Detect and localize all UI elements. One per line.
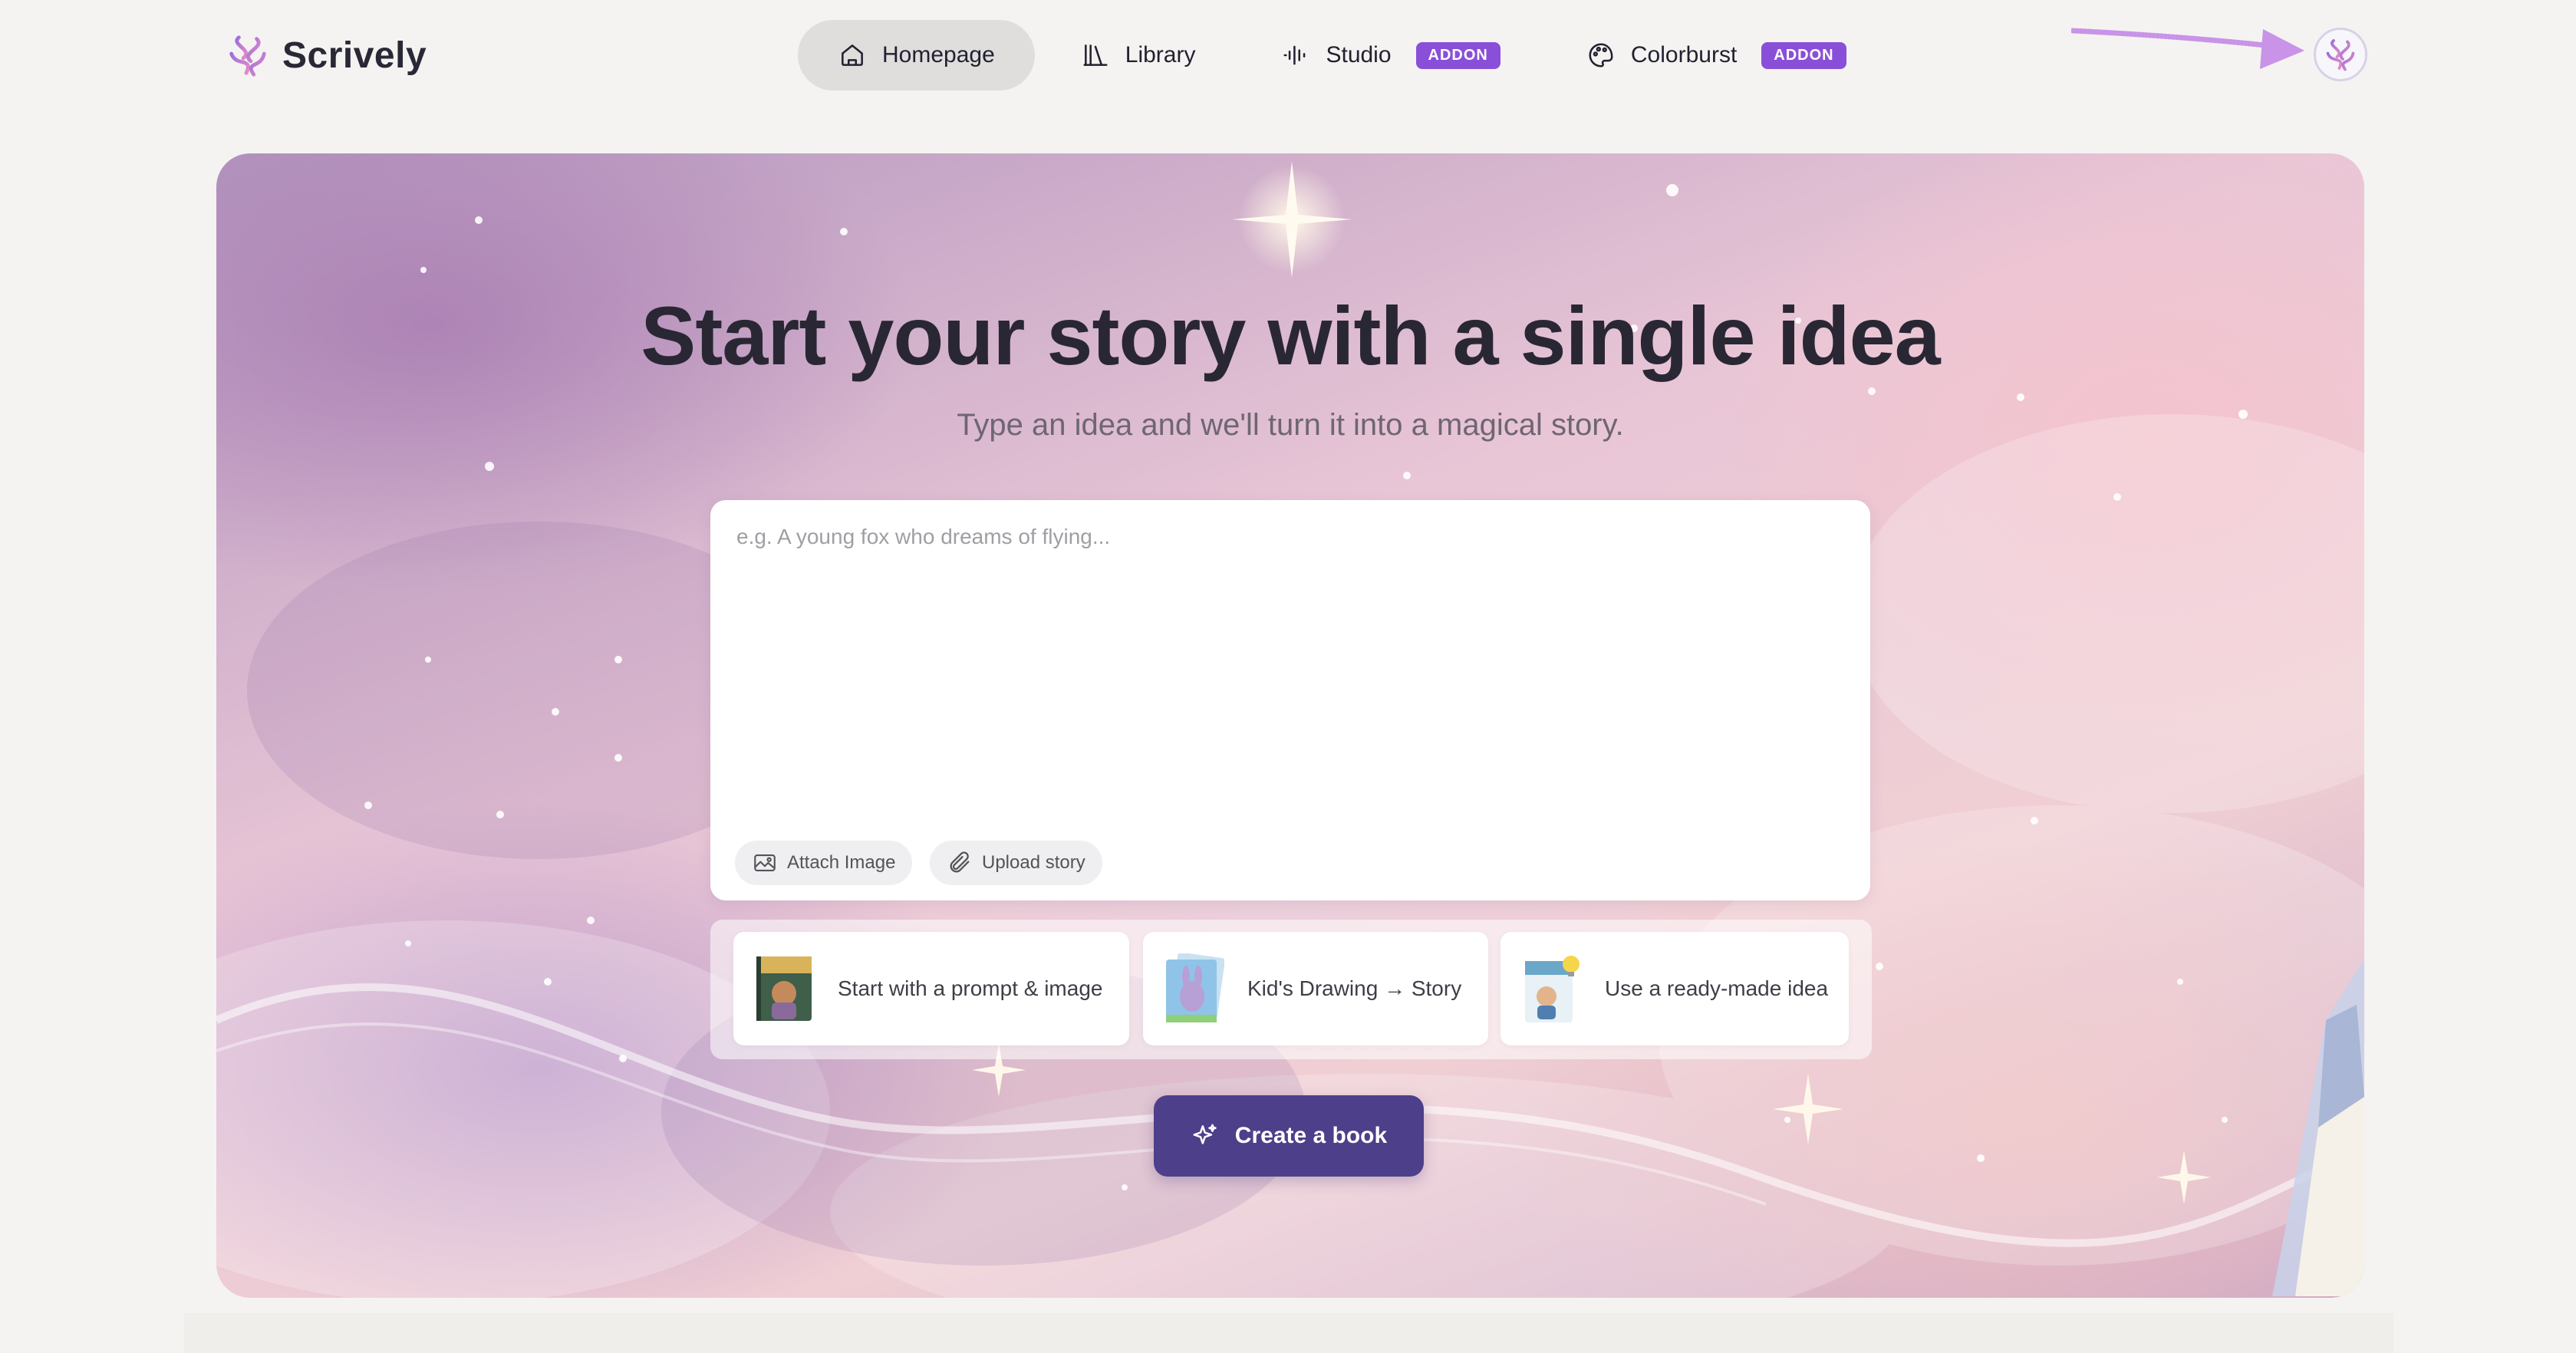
hero-title: Start your story with a single idea xyxy=(641,289,1940,382)
addon-badge: ADDON xyxy=(1415,41,1500,69)
scrively-logo-icon xyxy=(229,35,266,77)
brand-name: Scrively xyxy=(282,35,427,76)
home-icon xyxy=(842,44,863,66)
option-ready-made-idea-label: Use a ready-made idea xyxy=(1605,976,1829,1000)
arrow-annotation-icon xyxy=(2071,28,2304,69)
brand-logo[interactable]: Scrively xyxy=(224,28,427,83)
addon-badge: ADDON xyxy=(1761,41,1846,69)
upload-story-label: Upload story xyxy=(982,852,1085,873)
storybook-thumbnail-icon xyxy=(756,956,812,1021)
page-footer-strip xyxy=(184,1313,2393,1353)
nav-colorburst[interactable]: Colorburst ADDON xyxy=(1547,20,1886,91)
nav-studio-label: Studio xyxy=(1326,42,1392,67)
nav-homepage-label: Homepage xyxy=(882,42,995,67)
nav-homepage[interactable]: Homepage xyxy=(798,20,1035,91)
start-options: Start with a prompt & image Kid's Drawin… xyxy=(710,920,1872,1059)
hero-subtitle: Type an idea and we'll turn it into a ma… xyxy=(957,408,1624,442)
nav-studio[interactable]: Studio ADDON xyxy=(1241,20,1540,91)
top-bar: Scrively Homepage Library Studio ADDON C… xyxy=(0,0,2576,112)
avatar-logo-icon xyxy=(2326,39,2355,71)
idea-thumbnail-icon xyxy=(1525,956,1580,1022)
option-prompt-and-image-label: Start with a prompt & image xyxy=(838,976,1103,1000)
paperclip-icon xyxy=(950,851,970,873)
option-prompt-and-image[interactable]: Start with a prompt & image xyxy=(733,932,1129,1045)
nav-library-label: Library xyxy=(1125,42,1196,67)
nav-colorburst-label: Colorburst xyxy=(1630,42,1738,67)
audio-wave-icon xyxy=(1283,45,1306,65)
image-icon xyxy=(754,854,776,871)
palette-icon xyxy=(1589,43,1613,67)
create-book-button[interactable]: Create a book xyxy=(1154,1095,1424,1177)
nav-library[interactable]: Library xyxy=(1041,20,1236,91)
option-kids-drawing[interactable]: Kid's Drawing → Story xyxy=(1143,932,1488,1045)
main-nav: Homepage Library Studio ADDON Colorburst… xyxy=(798,20,1886,91)
prompt-card: Attach Image Upload story xyxy=(710,500,1870,900)
drawing-thumbnail-icon xyxy=(1166,953,1224,1022)
attach-image-label: Attach Image xyxy=(787,852,896,873)
sparkle-icon xyxy=(1193,1124,1217,1144)
option-ready-made-idea[interactable]: Use a ready-made idea xyxy=(1500,932,1849,1045)
create-book-label: Create a book xyxy=(1234,1123,1388,1148)
upload-story-button[interactable]: Upload story xyxy=(930,841,1102,885)
attach-image-button[interactable]: Attach Image xyxy=(735,841,913,885)
library-icon xyxy=(1083,44,1108,66)
option-kids-drawing-label: Kid's Drawing → Story xyxy=(1247,976,1462,1000)
hero-section: Start your story with a single idea Type… xyxy=(216,153,2364,1298)
profile-avatar[interactable] xyxy=(2314,28,2367,81)
story-idea-input[interactable] xyxy=(735,523,1843,810)
